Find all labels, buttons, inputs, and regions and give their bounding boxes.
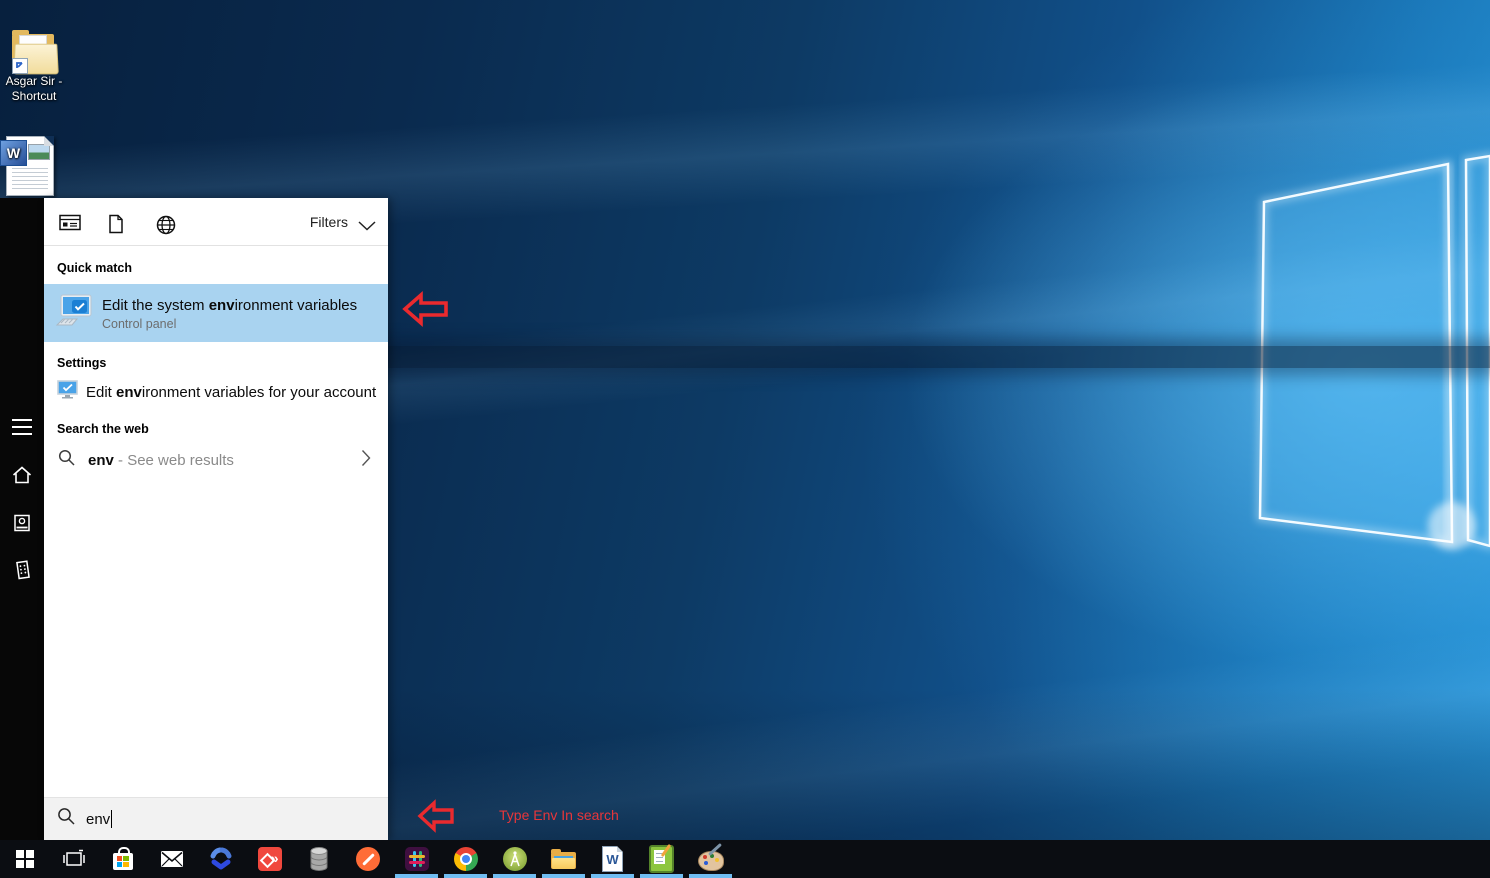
search-input-value: env — [86, 811, 110, 828]
devices-icon[interactable] — [0, 553, 44, 587]
windows-desktop: Asgar Sir - Shortcut W ⚙ — [0, 0, 1490, 878]
annotation-left-arrow — [401, 291, 449, 327]
desktop-icon-label: Shortcut — [0, 89, 72, 104]
taskbar: » W — [0, 840, 1490, 878]
file-explorer[interactable] — [539, 840, 588, 878]
word-logo: W — [0, 140, 27, 166]
result-title: Edit environment variables for your acco… — [86, 384, 376, 401]
document-thumbnail — [28, 144, 50, 160]
blue-gear-icon — [208, 847, 234, 871]
search-flyout-panel: Filters Quick match Edit the system envi… — [44, 198, 388, 840]
start-button[interactable] — [0, 840, 49, 878]
store-bag-icon — [113, 853, 133, 870]
word-app[interactable]: W — [588, 840, 637, 878]
chevron-down-icon[interactable] — [358, 218, 376, 236]
notepad-pencil-icon — [649, 845, 674, 873]
android-studio-icon — [503, 847, 527, 871]
microsoft-store[interactable] — [98, 840, 147, 878]
red-arrows-icon: » — [258, 847, 282, 871]
settings-header: Settings — [44, 342, 388, 376]
notepad-plus-plus[interactable] — [637, 840, 686, 878]
result-subtitle: Control panel — [102, 317, 357, 331]
home-icon[interactable] — [0, 458, 44, 492]
quick-match-header: Quick match — [44, 247, 388, 281]
word-document-icon: W — [6, 136, 54, 196]
yellow-folder-shortcut-icon — [10, 30, 58, 74]
environment-variables-icon — [57, 380, 78, 404]
chrome-icon — [454, 847, 478, 871]
database-icon — [308, 846, 330, 872]
desktop-icon-label: Asgar Sir - — [0, 74, 72, 89]
web-filter-icon[interactable] — [155, 214, 177, 241]
windows-logo-icon — [16, 850, 34, 868]
slack-icon — [405, 847, 429, 871]
folder-icon — [551, 850, 576, 869]
mail-app[interactable] — [147, 840, 196, 878]
annotation-note: Type Env In search — [499, 807, 619, 823]
menu-icon[interactable] — [0, 410, 44, 444]
result-title: env - See web results — [88, 452, 234, 469]
paint-app[interactable] — [686, 840, 735, 878]
chevron-right-icon — [361, 449, 371, 472]
search-web-header: Search the web — [44, 408, 388, 442]
task-view-icon — [62, 849, 86, 869]
search-icon — [58, 449, 76, 472]
text-cursor — [111, 810, 112, 828]
result-title: Edit the system environment variables — [102, 297, 357, 314]
desktop-icon-folder-shortcut[interactable]: Asgar Sir - Shortcut — [0, 30, 72, 104]
word-icon: W — [602, 846, 623, 872]
documents-filter-icon[interactable] — [107, 214, 125, 239]
system-properties-icon — [55, 294, 93, 333]
result-web-search[interactable]: env - See web results — [44, 442, 388, 478]
database-app[interactable] — [294, 840, 343, 878]
annotation-left-arrow — [417, 798, 455, 834]
shortcut-arrow-icon — [12, 58, 28, 74]
start-menu-rail: ⚙ — [0, 198, 44, 840]
task-view-button[interactable] — [49, 840, 98, 878]
desktop-icon-word-document[interactable]: W — [0, 136, 68, 196]
paint-palette-icon — [698, 848, 723, 870]
apps-filter-icon[interactable] — [59, 214, 81, 237]
result-edit-environment-variables-account[interactable]: Edit environment variables for your acco… — [44, 376, 388, 408]
search-input[interactable]: env — [44, 797, 388, 840]
red-arrows-app[interactable]: » — [245, 840, 294, 878]
postman-icon — [356, 847, 380, 871]
chrome-browser[interactable] — [441, 840, 490, 878]
search-filter-bar: Filters — [44, 198, 388, 246]
notebook-icon[interactable] — [0, 506, 44, 540]
search-icon — [57, 807, 76, 831]
filters-label[interactable]: Filters — [310, 214, 348, 230]
android-studio[interactable] — [490, 840, 539, 878]
result-edit-system-environment-variables[interactable]: Edit the system environment variables Co… — [44, 284, 388, 342]
mail-envelope-icon — [160, 850, 184, 868]
blue-gear-app[interactable] — [196, 840, 245, 878]
slack-app[interactable] — [392, 840, 441, 878]
postman-app[interactable] — [343, 840, 392, 878]
